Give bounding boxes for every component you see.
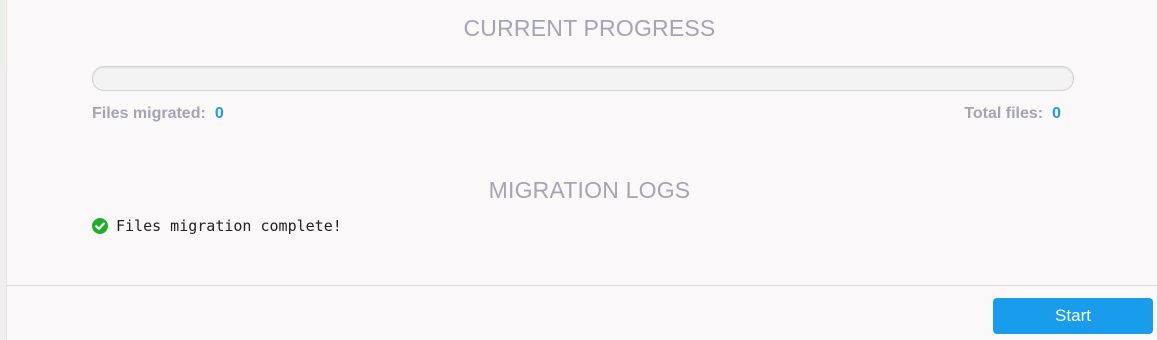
progress-bar — [92, 66, 1074, 91]
log-entry-text: Files migration complete! — [116, 217, 342, 235]
left-edge-accent — [0, 0, 3, 68]
check-circle-icon — [92, 218, 108, 234]
files-migrated-stat: Files migrated: 0 — [92, 105, 224, 123]
footer-bar: Start — [7, 286, 1157, 340]
start-button[interactable]: Start — [993, 298, 1153, 334]
migration-panel: CURRENT PROGRESS Files migrated: 0 Total … — [7, 0, 1157, 285]
left-panel-edge — [0, 0, 7, 340]
total-files-value: 0 — [1052, 105, 1061, 122]
files-migrated-value: 0 — [214, 105, 224, 122]
total-files-label: Total files: — [964, 105, 1044, 122]
log-entry: Files migration complete! — [92, 217, 342, 235]
total-files-stat: Total files: 0 — [964, 105, 1061, 123]
files-migrated-label: Files migrated: — [92, 105, 206, 122]
current-progress-title: CURRENT PROGRESS — [463, 15, 716, 41]
migration-logs-title: MIGRATION LOGS — [488, 177, 691, 203]
